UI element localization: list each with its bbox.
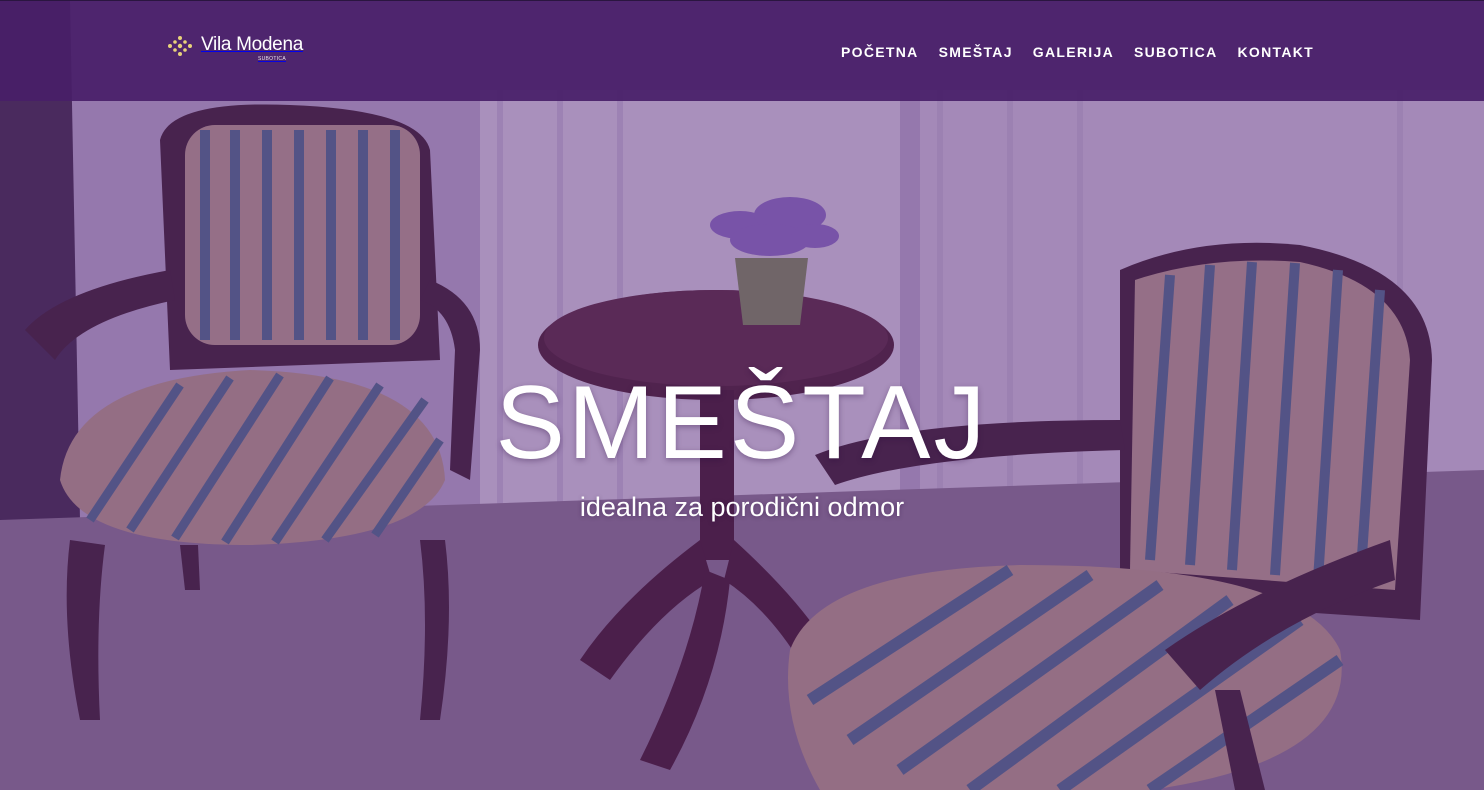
flower-dots-icon — [168, 36, 192, 56]
brand-logo-link[interactable]: Vila Modena SUBOTICA — [167, 34, 303, 68]
hero-title: SMEŠTAJ — [495, 365, 989, 481]
nav-item-galerija[interactable]: GALERIJA — [1033, 43, 1114, 61]
nav-item-pocetna[interactable]: POČETNA — [841, 43, 919, 61]
brand-name: Vila Modena — [201, 34, 303, 55]
brand-subtitle: SUBOTICA — [258, 56, 286, 62]
main-nav: POČETNA SMEŠTAJ GALERIJA SUBOTICA KONTAK… — [821, 43, 1314, 61]
nav-item-kontakt[interactable]: KONTAKT — [1238, 43, 1315, 61]
hero-subtitle: idealna za porodični odmor — [579, 492, 905, 522]
brand-text: Vila Modena SUBOTICA — [201, 34, 303, 62]
nav-item-smestaj[interactable]: SMEŠTAJ — [939, 43, 1013, 61]
top-navbar: Vila Modena SUBOTICA POČETNA SMEŠTAJ GAL… — [0, 0, 1484, 101]
hero-section: SMEŠTAJ idealna za porodični odmor — [0, 0, 1484, 790]
nav-item-subotica[interactable]: SUBOTICA — [1134, 43, 1218, 61]
